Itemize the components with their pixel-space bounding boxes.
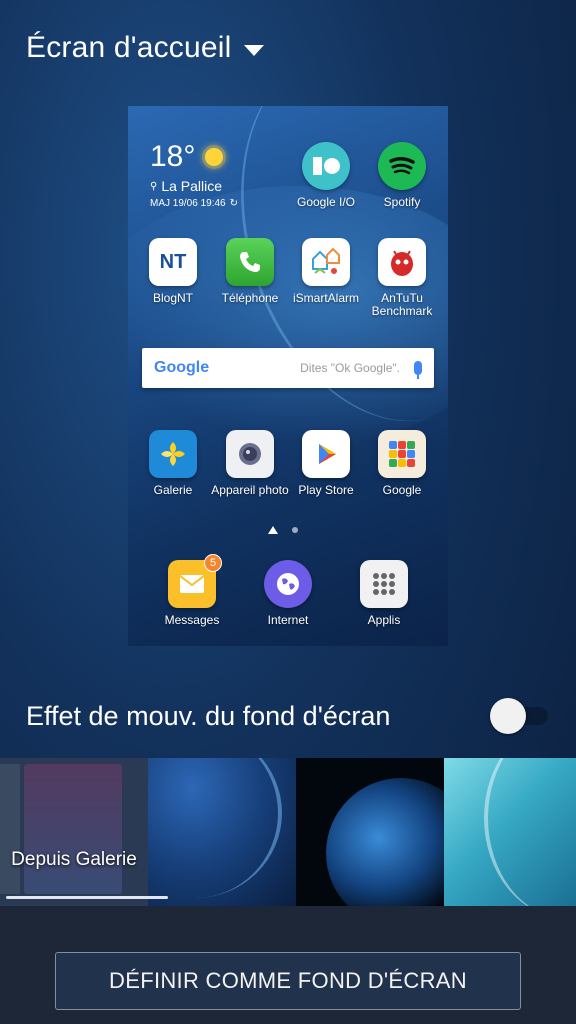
page-indicator bbox=[268, 526, 298, 534]
refresh-icon: ↻ bbox=[229, 198, 238, 209]
google-folder-icon bbox=[378, 430, 426, 478]
app-label: Téléphone bbox=[221, 291, 279, 305]
dock-messages: 5 Messages bbox=[152, 554, 232, 627]
camera-icon bbox=[226, 430, 274, 478]
page-dot bbox=[292, 527, 298, 533]
app-blognt: NT BlogNT bbox=[133, 238, 213, 305]
spotify-icon bbox=[378, 142, 426, 190]
motion-effect-label: Effet de mouv. du fond d'écran bbox=[26, 700, 391, 731]
screen-title: Écran d'accueil bbox=[26, 31, 232, 64]
app-label: Galerie bbox=[153, 483, 193, 497]
app-camera: Appareil photo bbox=[210, 430, 290, 497]
dock-internet: Internet bbox=[248, 560, 328, 627]
antutu-icon bbox=[378, 238, 426, 286]
app-play-store: Play Store bbox=[286, 430, 366, 497]
app-ismartalarm: iSmartAlarm bbox=[286, 238, 366, 305]
home-screen-preview: 18° ⚲ La Pallice MAJ 19/06 19:46 ↻ Googl… bbox=[128, 106, 448, 646]
app-label: Applis bbox=[367, 613, 401, 627]
app-label: Google bbox=[382, 483, 422, 497]
toggle-knob bbox=[490, 698, 526, 734]
app-google-folder: Google bbox=[362, 430, 442, 497]
gallery-icon bbox=[149, 430, 197, 478]
app-google-io: Google I/O bbox=[286, 142, 366, 209]
app-label: Messages bbox=[164, 613, 220, 627]
sun-icon bbox=[205, 148, 224, 166]
set-wallpaper-button[interactable]: DÉFINIR COMME FOND D'ÉCRAN bbox=[55, 952, 521, 1010]
app-label: Play Store bbox=[298, 483, 354, 497]
search-placeholder: Dites "Ok Google". bbox=[300, 361, 400, 375]
blognt-icon: NT bbox=[149, 238, 197, 286]
internet-icon bbox=[264, 560, 312, 608]
app-label: Google I/O bbox=[296, 195, 356, 209]
messages-icon: 5 bbox=[168, 554, 222, 608]
google-logo: Google bbox=[154, 359, 210, 376]
dropdown-caret-icon[interactable] bbox=[243, 44, 264, 56]
location-pin-icon: ⚲ bbox=[150, 180, 158, 192]
header[interactable]: Écran d'accueil bbox=[26, 28, 264, 68]
home-page-icon bbox=[268, 526, 278, 534]
phone-icon bbox=[226, 238, 274, 286]
app-label: AnTuTu Benchmark bbox=[371, 291, 433, 318]
google-search-bar: Google Dites "Ok Google". bbox=[142, 348, 434, 388]
wallpaper-strip[interactable]: Depuis Galerie bbox=[0, 758, 576, 906]
microphone-icon bbox=[414, 361, 422, 379]
ismartalarm-icon bbox=[302, 238, 350, 286]
app-label: BlogNT bbox=[152, 291, 193, 305]
gallery-thumb-side bbox=[0, 764, 20, 894]
app-label: Internet bbox=[267, 613, 309, 627]
app-spotify: Spotify bbox=[362, 142, 442, 209]
gallery-thumb-preview bbox=[24, 764, 122, 894]
app-phone: Téléphone bbox=[210, 238, 290, 305]
dock-apps: Applis bbox=[344, 560, 424, 627]
motion-effect-toggle[interactable] bbox=[490, 698, 550, 734]
app-label: Spotify bbox=[383, 195, 421, 209]
play-store-icon bbox=[302, 430, 350, 478]
weather-updated: MAJ 19/06 19:46 bbox=[150, 198, 226, 209]
wallpaper-thumb-blue[interactable] bbox=[148, 758, 296, 906]
wallpaper-thumb-dark[interactable] bbox=[296, 758, 444, 906]
motion-effect-row[interactable]: Effet de mouv. du fond d'écran bbox=[26, 694, 550, 738]
weather-widget: 18° ⚲ La Pallice MAJ 19/06 19:46 ↻ bbox=[150, 140, 238, 209]
app-antutu: AnTuTu Benchmark bbox=[362, 238, 442, 318]
unread-badge: 5 bbox=[204, 554, 222, 572]
wallpaper-from-gallery[interactable]: Depuis Galerie bbox=[0, 758, 148, 906]
app-label: Appareil photo bbox=[211, 483, 289, 497]
app-label: iSmartAlarm bbox=[292, 291, 359, 305]
app-gallery: Galerie bbox=[133, 430, 213, 497]
google-io-icon bbox=[302, 142, 350, 190]
weather-location: La Pallice bbox=[161, 178, 223, 194]
apps-grid-icon bbox=[360, 560, 408, 608]
temperature: 18° bbox=[150, 140, 196, 173]
gallery-label: Depuis Galerie bbox=[11, 849, 137, 870]
wallpaper-thumb-cyan[interactable] bbox=[444, 758, 576, 906]
strip-scroll-indicator bbox=[6, 896, 168, 899]
